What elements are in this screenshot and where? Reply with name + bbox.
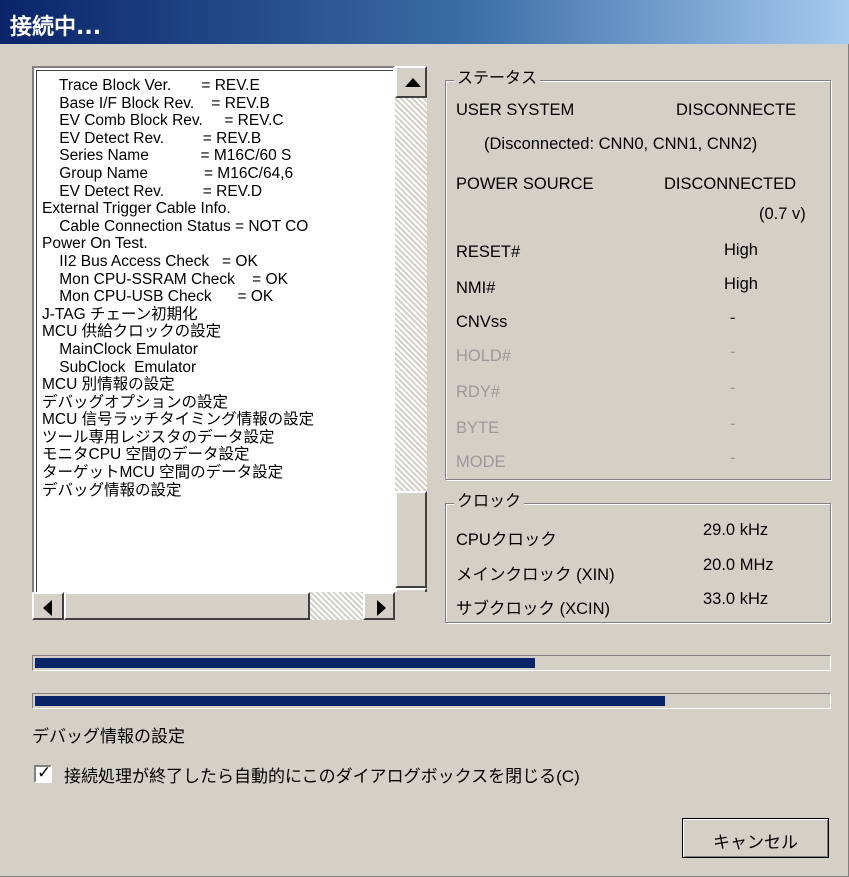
log-line: モニタCPU 空間のデータ設定: [42, 446, 250, 464]
connection-log-list[interactable]: Trace Block Ver. = REV.E Base I/F Block …: [32, 66, 395, 620]
user-system-label: USER SYSTEM: [456, 101, 575, 119]
signal-value: -: [730, 343, 736, 361]
clock-value: 33.0 kHz: [703, 590, 769, 608]
cancel-button-label: キャンセル: [713, 833, 798, 852]
clock-name: メインクロック (XIN): [456, 566, 615, 584]
log-line: SubClock Emulator: [42, 358, 197, 376]
log-line: EV Comb Block Rev. = REV.C: [42, 112, 284, 130]
auto-close-label[interactable]: 接続処理が終了したら自動的にこのダイアログボックスを閉じる(C): [64, 762, 580, 787]
log-line: デバッグオプションの設定: [42, 393, 229, 411]
scroll-up-button[interactable]: [395, 66, 427, 98]
cancel-button[interactable]: キャンセル: [682, 818, 829, 858]
log-line: II2 Bus Access Check = OK: [42, 252, 258, 270]
auto-close-checkbox[interactable]: ✓: [34, 763, 52, 783]
log-line: External Trigger Cable Info.: [42, 200, 231, 218]
status-group-title: ステータス: [454, 68, 541, 90]
log-line: MCU 供給クロックの設定: [42, 323, 222, 341]
log-line: ツール専用レジスタのデータ設定: [42, 428, 275, 446]
clock-group-title: クロック: [454, 491, 525, 513]
horizontal-scrollbar[interactable]: [32, 592, 395, 620]
signal-value: -: [730, 309, 736, 327]
log-line: EV Detect Rev. = REV.D: [42, 182, 263, 200]
signal-value: -: [730, 379, 736, 397]
scrollbar-corner: [395, 592, 427, 620]
log-lines: Trace Block Ver. = REV.E Base I/F Block …: [42, 77, 393, 499]
step-progress-bar: [32, 693, 831, 709]
log-line: デバッグ情報の設定: [42, 481, 182, 499]
vertical-scroll-thumb[interactable]: [395, 491, 427, 588]
signal-value: -: [730, 415, 736, 433]
log-line: MainClock Emulator: [42, 340, 198, 358]
signal-value: High: [724, 275, 758, 293]
log-line: Mon CPU-USB Check = OK: [42, 288, 274, 306]
clock-group: クロック CPUクロック 29.0 kHz メインクロック (XIN) 20.0…: [445, 491, 831, 623]
user-system-value: DISCONNECTE: [676, 101, 797, 119]
title-bar[interactable]: 接続中...: [0, 0, 849, 44]
log-line: MCU 信号ラッチタイミング情報の設定: [42, 411, 315, 429]
overall-progress-bar: [32, 655, 831, 671]
signal-name: RDY#: [456, 383, 501, 401]
signal-name: BYTE: [456, 419, 500, 437]
clock-name: CPUクロック: [456, 531, 557, 549]
current-step-text: デバッグ情報の設定: [32, 727, 185, 746]
log-line: Trace Block Ver. = REV.E: [42, 77, 260, 94]
log-line: Power On Test.: [42, 235, 148, 253]
log-line: Mon CPU-SSRAM Check = OK: [42, 270, 288, 288]
horizontal-scroll-thumb[interactable]: [64, 592, 310, 620]
signal-name: MODE: [456, 453, 506, 471]
log-line: Group Name = M16C/64,6: [42, 164, 294, 182]
signal-name: CNVss: [456, 313, 508, 331]
scroll-right-button[interactable]: [363, 592, 395, 620]
window-title: 接続中...: [10, 15, 102, 40]
overall-progress-fill: [35, 658, 535, 668]
log-line: MCU 別情報の設定: [42, 376, 175, 394]
power-source-voltage: (0.7 v): [759, 205, 806, 223]
arrow-right-icon: [377, 600, 386, 616]
arrow-left-icon: [43, 600, 52, 616]
log-line: EV Detect Rev. = REV.B: [42, 129, 262, 147]
checkmark-icon: ✓: [37, 763, 52, 783]
user-system-detail: (Disconnected: CNN0, CNN1, CNN2): [484, 135, 758, 153]
clock-name: サブクロック (XCIN): [456, 600, 610, 618]
log-line: Base I/F Block Rev. = REV.B: [42, 94, 270, 112]
signal-name: NMI#: [456, 279, 496, 297]
power-source-label: POWER SOURCE: [456, 175, 594, 193]
signal-name: HOLD#: [456, 347, 512, 365]
signal-value: -: [730, 449, 736, 467]
signal-value: High: [724, 241, 758, 259]
log-line: Cable Connection Status = NOT CO: [42, 217, 309, 235]
status-group: ステータス USER SYSTEM DISCONNECTE (Disconnec…: [445, 68, 831, 480]
power-source-value: DISCONNECTED: [664, 175, 797, 193]
connecting-dialog: 接続中... Trace Block Ver. = REV.E Base I/F…: [0, 0, 849, 877]
vertical-scrollbar[interactable]: [395, 66, 427, 620]
clock-value: 20.0 MHz: [703, 556, 774, 574]
signal-name: RESET#: [456, 243, 521, 261]
step-progress-fill: [35, 696, 665, 706]
clock-value: 29.0 kHz: [703, 521, 769, 539]
log-line: Series Name = M16C/60 S: [42, 147, 292, 165]
arrow-up-icon: [405, 78, 421, 87]
log-line: ターゲットMCU 空間のデータ設定: [42, 464, 284, 482]
log-line: J-TAG チェーン初期化: [42, 305, 198, 323]
scroll-left-button[interactable]: [32, 592, 64, 620]
